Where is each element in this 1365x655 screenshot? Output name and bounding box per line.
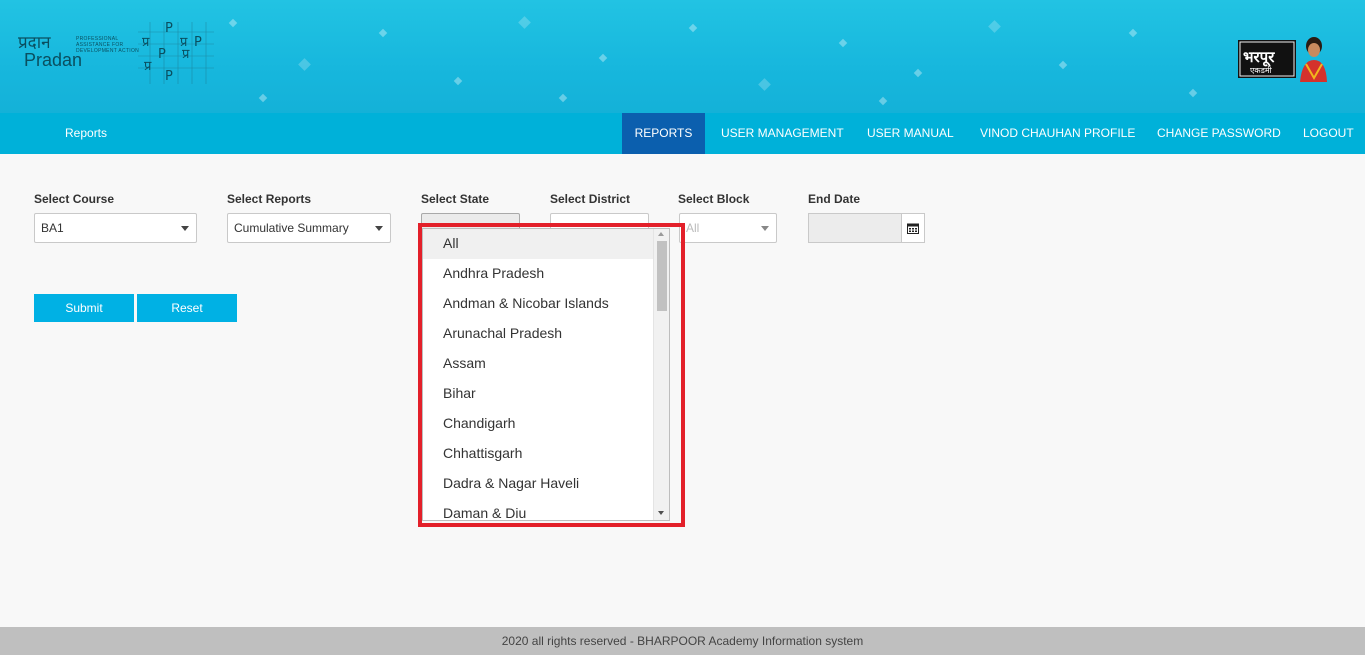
- state-option-all[interactable]: All: [423, 229, 655, 259]
- submit-button[interactable]: Submit: [34, 294, 134, 322]
- chevron-down-icon: [375, 226, 383, 231]
- state-label: Select State: [421, 192, 490, 206]
- state-option[interactable]: Assam: [423, 349, 655, 379]
- chevron-down-icon: [761, 226, 769, 231]
- state-dropdown-list[interactable]: All Andhra Pradesh Andman & Nicobar Isla…: [422, 228, 670, 521]
- nav-logout[interactable]: LOGOUT: [1287, 113, 1365, 154]
- nav-reports[interactable]: REPORTS: [622, 113, 705, 154]
- end-date-input[interactable]: [808, 213, 902, 243]
- svg-text:P: P: [158, 47, 166, 62]
- scroll-down-arrow-icon[interactable]: [658, 511, 664, 515]
- reports-select-value: Cumulative Summary: [234, 221, 349, 235]
- nav-user-management[interactable]: USER MANAGEMENT: [705, 113, 860, 154]
- block-label: Select Block: [678, 192, 750, 206]
- block-select[interactable]: All: [679, 213, 777, 243]
- reset-button[interactable]: Reset: [137, 294, 237, 322]
- scrollbar-thumb[interactable]: [657, 241, 667, 311]
- pradan-tagline: PROFESSIONAL ASSISTANCE FOR DEVELOPMENT …: [76, 36, 140, 54]
- state-option[interactable]: Daman & Diu: [423, 499, 655, 520]
- course-select[interactable]: BA1: [34, 213, 197, 243]
- calendar-icon: [907, 223, 919, 234]
- top-navbar: Reports REPORTS USER MANAGEMENT USER MAN…: [0, 113, 1365, 154]
- svg-text:P: P: [165, 22, 173, 36]
- state-option[interactable]: Chandigarh: [423, 409, 655, 439]
- svg-text:भरपूर: भरपूर: [1243, 48, 1275, 67]
- block-select-value: All: [686, 221, 700, 235]
- reports-select[interactable]: Cumulative Summary: [227, 213, 391, 243]
- end-date-label: End Date: [808, 192, 861, 206]
- nav-brand[interactable]: Reports: [65, 126, 107, 140]
- page-footer: 2020 all rights reserved - BHARPOOR Acad…: [0, 627, 1365, 655]
- calendar-button[interactable]: [901, 213, 925, 243]
- svg-text:P: P: [165, 69, 173, 84]
- prp-grid-logo: P प्र प्र P P प्र प्र P: [138, 21, 214, 84]
- state-option[interactable]: Dadra & Nagar Haveli: [423, 469, 655, 499]
- header-banner: प्रदान Pradan PROFESSIONAL ASSISTANCE FO…: [0, 0, 1365, 113]
- svg-text:प्र: प्र: [142, 35, 150, 50]
- bharpoor-academy-logo: भरपूर एकडमी: [1238, 34, 1328, 82]
- state-option[interactable]: Andman & Nicobar Islands: [423, 289, 655, 319]
- svg-text:प्र: प्र: [144, 59, 152, 74]
- state-option[interactable]: Andhra Pradesh: [423, 259, 655, 289]
- chevron-down-icon: [181, 226, 189, 231]
- state-options: All Andhra Pradesh Andman & Nicobar Isla…: [423, 229, 655, 520]
- district-label: Select District: [550, 192, 631, 206]
- svg-text:एकडमी: एकडमी: [1250, 65, 1273, 75]
- reports-label: Select Reports: [227, 192, 312, 206]
- state-option[interactable]: Bihar: [423, 379, 655, 409]
- nav-user-manual[interactable]: USER MANUAL: [851, 113, 970, 154]
- svg-text:Pradan: Pradan: [24, 50, 82, 70]
- nav-change-password[interactable]: CHANGE PASSWORD: [1141, 113, 1297, 154]
- svg-text:प्र: प्र: [182, 47, 190, 62]
- dropdown-scrollbar[interactable]: [653, 229, 669, 520]
- scroll-up-arrow-icon[interactable]: [658, 232, 664, 236]
- state-option[interactable]: Arunachal Pradesh: [423, 319, 655, 349]
- state-option[interactable]: Chhattisgarh: [423, 439, 655, 469]
- svg-text:P: P: [194, 35, 202, 50]
- course-select-value: BA1: [41, 221, 64, 235]
- course-label: Select Course: [34, 192, 115, 206]
- nav-profile[interactable]: VINOD CHAUHAN PROFILE: [964, 113, 1151, 154]
